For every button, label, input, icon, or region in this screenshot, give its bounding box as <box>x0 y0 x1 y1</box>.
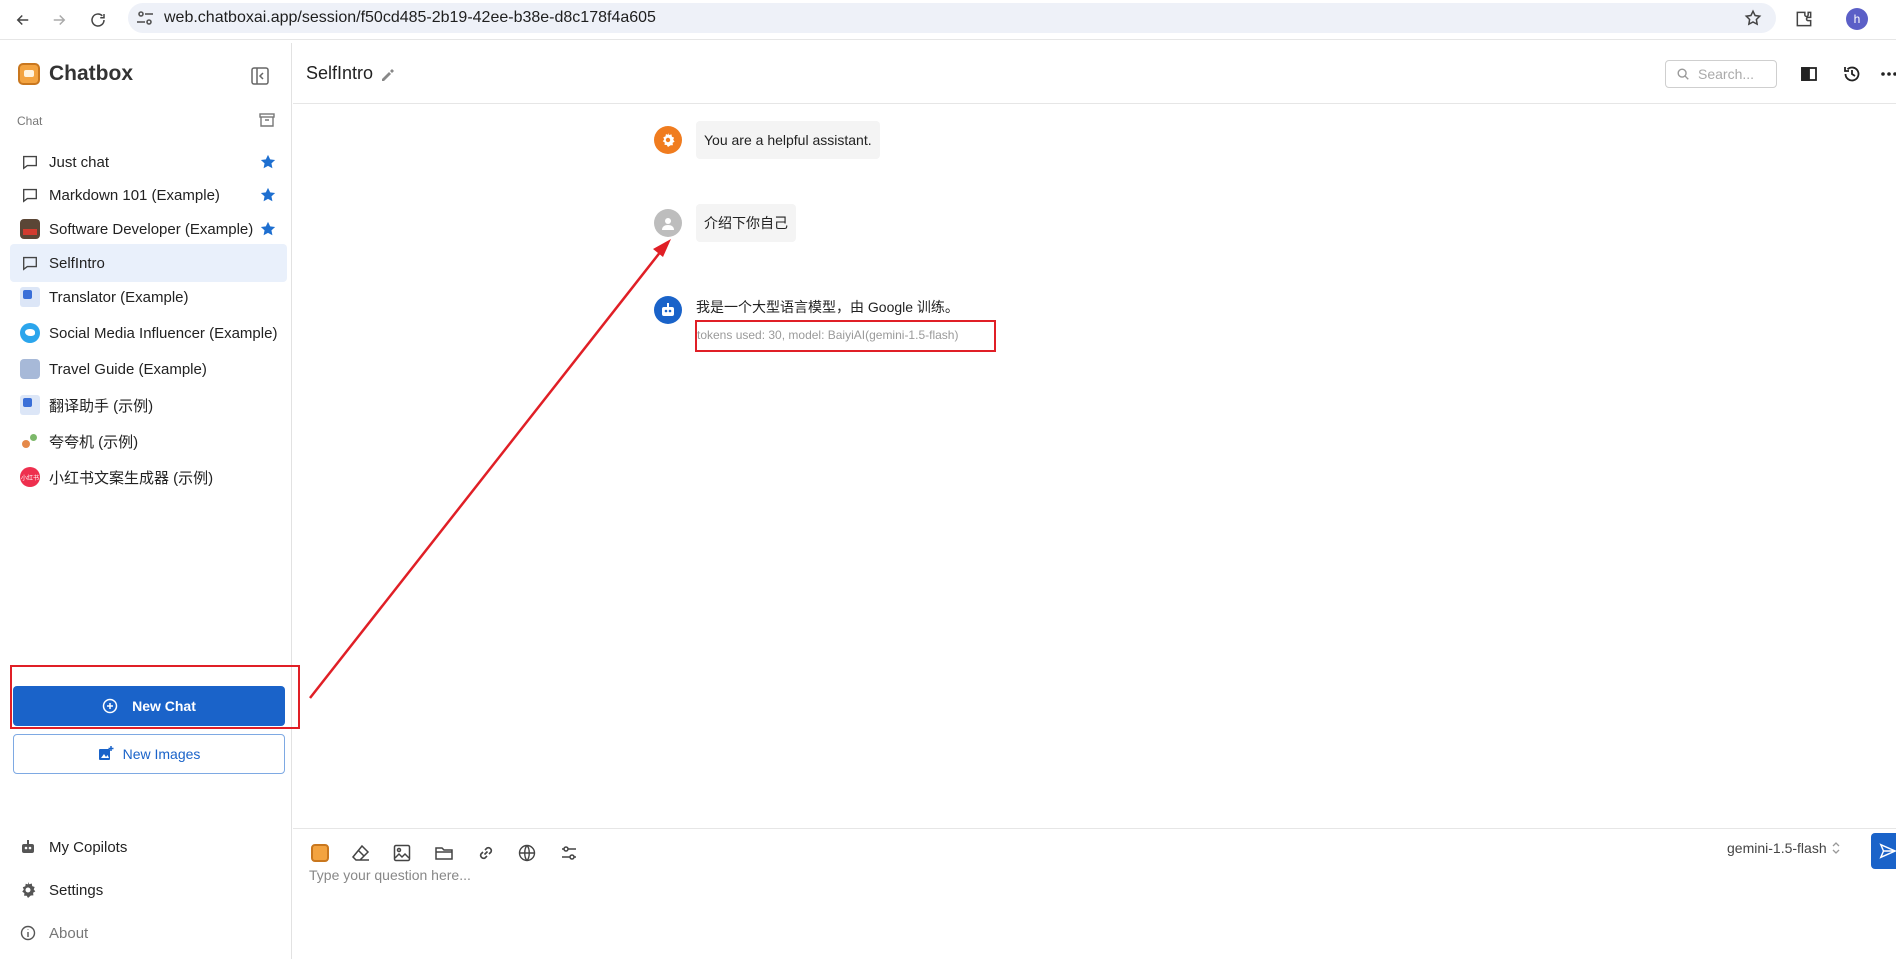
translator-avatar <box>20 395 40 415</box>
address-bar[interactable]: web.chatboxai.app/session/f50cd485-2b19-… <box>128 3 1776 33</box>
annotation-box-token-usage <box>695 320 996 352</box>
my-copilots-label: My Copilots <box>49 838 128 856</box>
chat-item-translation-assistant[interactable]: 翻译助手 (示例) <box>10 386 287 424</box>
section-label-chat: Chat <box>17 114 43 128</box>
model-selector-value: gemini-1.5-flash <box>1727 840 1827 856</box>
twitter-avatar <box>20 323 40 343</box>
system-avatar-icon <box>654 126 682 154</box>
info-icon <box>20 925 36 941</box>
up-down-chevron-icon <box>1832 842 1840 854</box>
browser-toolbar: web.chatboxai.app/session/f50cd485-2b19-… <box>0 0 1896 40</box>
chat-header: SelfIntro <box>293 43 1896 104</box>
chat-item-selfintro[interactable]: SelfIntro <box>10 244 287 282</box>
new-images-button[interactable]: New Images <box>13 734 285 774</box>
assistant-message: 我是一个大型语言模型，由 Google 训练。 <box>696 299 959 315</box>
chat-item-label: Just chat <box>49 153 110 171</box>
folder-icon[interactable] <box>433 842 455 864</box>
send-icon <box>1879 843 1896 859</box>
more-options-icon[interactable] <box>1878 63 1896 85</box>
reload-icon[interactable] <box>86 8 110 32</box>
chat-item-label: Translator (Example) <box>49 288 189 306</box>
new-images-label: New Images <box>122 746 201 762</box>
chat-item-xiaohongshu-generator[interactable]: 小红书 小红书文案生成器 (示例) <box>10 458 287 496</box>
xiaohongshu-avatar: 小红书 <box>20 467 40 487</box>
chat-item-praise-bot[interactable]: 夸夸机 (示例) <box>10 422 287 460</box>
chat-item-translator[interactable]: Translator (Example) <box>10 278 287 316</box>
robot-icon <box>22 840 34 853</box>
chat-item-label: Markdown 101 (Example) <box>49 186 220 204</box>
chat-bubble-icon <box>20 253 40 273</box>
bookmark-star-icon[interactable] <box>1744 9 1762 27</box>
chat-item-travel-guide[interactable]: Travel Guide (Example) <box>10 350 287 388</box>
back-icon[interactable] <box>11 8 35 32</box>
sidebar: Chatbox Chat Just chat Markdown 101 (Exa… <box>0 43 292 959</box>
message-input[interactable] <box>309 867 1849 947</box>
settings-link[interactable]: Settings <box>20 877 103 903</box>
search-field[interactable] <box>1665 60 1777 88</box>
translator-avatar <box>20 287 40 307</box>
brand: Chatbox <box>18 62 133 86</box>
about-link[interactable]: About <box>20 920 88 946</box>
chat-item-markdown-101[interactable]: Markdown 101 (Example) <box>10 176 287 214</box>
model-selector[interactable]: gemini-1.5-flash <box>1727 840 1841 856</box>
app-name: Chatbox <box>49 62 133 85</box>
clear-conversations-icon[interactable] <box>258 112 276 128</box>
my-copilots-link[interactable]: My Copilots <box>20 834 127 860</box>
add-image-icon <box>98 746 114 760</box>
chat-item-label: 小红书文案生成器 (示例) <box>49 469 214 487</box>
chat-item-label: Travel Guide (Example) <box>49 360 207 378</box>
image-icon[interactable] <box>391 842 413 864</box>
chatbox-logo-icon[interactable] <box>309 842 331 864</box>
site-settings-icon[interactable] <box>136 10 154 26</box>
praise-avatar <box>20 431 40 451</box>
star-icon[interactable] <box>259 153 277 171</box>
chat-item-label: Software Developer (Example) <box>49 220 254 238</box>
page-title: SelfIntro <box>306 63 374 83</box>
about-label: About <box>49 924 89 942</box>
link-icon[interactable] <box>475 842 497 864</box>
developer-avatar <box>20 219 40 239</box>
chat-item-label: SelfIntro <box>49 254 105 272</box>
search-icon <box>1677 68 1689 80</box>
eraser-icon[interactable] <box>350 842 372 864</box>
chat-item-label: Social Media Influencer (Example) <box>49 324 278 342</box>
history-icon[interactable] <box>1841 63 1863 85</box>
search-input[interactable] <box>1698 66 1768 82</box>
chat-bubble-icon <box>20 152 40 172</box>
settings-label: Settings <box>49 881 104 899</box>
annotation-box-new-chat <box>10 665 300 729</box>
chat-item-label: 夸夸机 (示例) <box>49 433 139 451</box>
travel-avatar <box>20 359 40 379</box>
assistant-avatar-icon <box>654 296 682 324</box>
star-icon[interactable] <box>259 220 277 238</box>
globe-icon[interactable] <box>516 842 538 864</box>
user-message: 介绍下你自己 <box>696 204 796 242</box>
user-avatar-icon <box>654 209 682 237</box>
edit-pencil-icon[interactable] <box>381 68 395 82</box>
chat-item-software-developer[interactable]: Software Developer (Example) <box>10 210 287 248</box>
chat-bubble-icon <box>20 185 40 205</box>
chat-item-social-media-influencer[interactable]: Social Media Influencer (Example) <box>10 314 287 352</box>
chatbox-logo-icon <box>18 63 40 85</box>
collapse-sidebar-icon[interactable] <box>250 66 270 86</box>
chat-item-label: 翻译助手 (示例) <box>49 397 154 415</box>
forward-icon[interactable] <box>47 8 71 32</box>
extensions-icon[interactable] <box>1794 9 1814 29</box>
toggle-panel-icon[interactable] <box>1798 63 1820 85</box>
profile-avatar[interactable]: h <box>1846 8 1868 30</box>
system-message: You are a helpful assistant. <box>696 121 880 159</box>
xiaohongshu-avatar-text: 小红书 <box>20 467 40 487</box>
url-text[interactable]: web.chatboxai.app/session/f50cd485-2b19-… <box>164 9 656 27</box>
settings-sliders-icon[interactable] <box>558 842 580 864</box>
star-icon[interactable] <box>259 186 277 204</box>
send-button[interactable] <box>1871 833 1896 869</box>
message-composer: gemini-1.5-flash <box>293 828 1896 959</box>
gear-icon <box>22 882 36 898</box>
